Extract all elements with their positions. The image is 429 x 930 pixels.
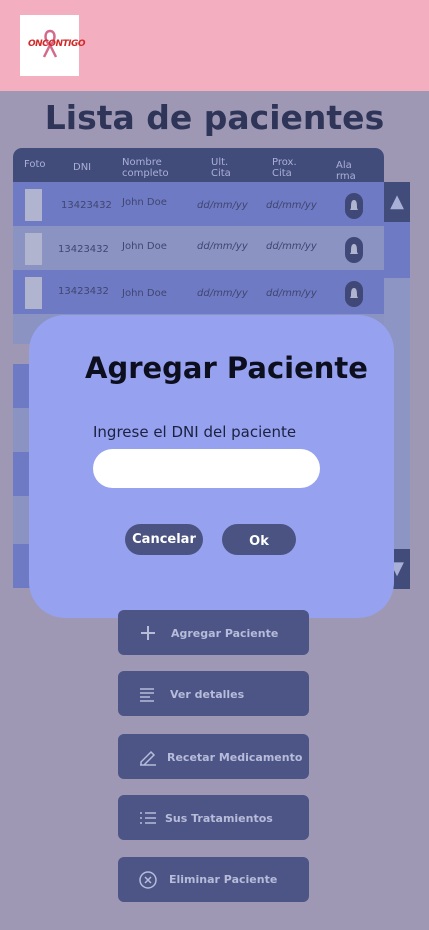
alarm-bell-button[interactable] [345,281,363,307]
ok-button[interactable]: Ok [222,524,296,555]
add-patient-label: Agregar Paciente [171,627,279,640]
table-header: Foto DNI Nombre completo Ult. Cita Prox.… [13,148,384,182]
treatments-button[interactable]: Sus Tratamientos [118,795,309,840]
patient-dni: 13423432 [58,286,109,297]
patient-last-appointment: dd/mm/yy [197,200,248,211]
patient-last-appointment: dd/mm/yy [197,241,248,252]
patient-next-appointment: dd/mm/yy [266,200,317,211]
scroll-up-button[interactable]: ▲ [384,182,410,222]
alarm-bell-button[interactable] [345,193,363,219]
app-logo: ONCONTIGO [20,15,86,76]
treatments-label: Sus Tratamientos [165,812,273,825]
app-header: ONCONTIGO [0,0,429,91]
bell-icon [350,288,358,298]
view-details-button[interactable]: Ver detalles [118,671,309,716]
col-header-foto: Foto [24,159,46,170]
prescribe-medication-button[interactable]: Recetar Medicamento [118,734,309,779]
list-icon [140,812,156,824]
alarm-bell-button[interactable] [345,237,363,263]
page-title: Lista de pacientes [44,98,385,137]
close-circle-icon [139,871,157,889]
patient-last-appointment: dd/mm/yy [197,288,248,299]
scroll-thumb[interactable] [384,222,410,278]
patient-photo [25,189,42,221]
pencil-icon [140,750,156,766]
col-header-alarma: Ala rma [336,160,356,182]
delete-patient-label: Eliminar Paciente [169,873,278,886]
cancel-button[interactable]: Cancelar [125,524,203,555]
triangle-up-icon: ▲ [390,191,404,212]
patient-name: John Doe [122,288,167,299]
add-patient-dialog: Agregar Paciente Ingrese el DNI del paci… [29,315,394,618]
prescribe-medication-label: Recetar Medicamento [167,751,303,764]
patient-photo [25,277,42,309]
table-row[interactable]: 13423432 John Doe dd/mm/yy dd/mm/yy [13,226,384,270]
patient-next-appointment: dd/mm/yy [266,288,317,299]
dialog-title: Agregar Paciente [85,351,368,385]
delete-patient-button[interactable]: Eliminar Paciente [118,857,309,902]
view-details-label: Ver detalles [170,688,245,701]
col-header-prox-cita: Prox. Cita [272,157,297,179]
patient-dni: 13423432 [58,244,109,255]
add-patient-button[interactable]: Agregar Paciente [118,610,309,655]
lines-icon [140,688,154,702]
table-row[interactable]: 13423432 John Doe dd/mm/yy dd/mm/yy [13,182,384,226]
logo-text: ONCONTIGO [28,39,86,49]
patient-next-appointment: dd/mm/yy [266,241,317,252]
patient-dni: 13423432 [61,200,112,211]
patient-name: John Doe [122,197,167,208]
plus-icon [141,626,155,640]
col-header-dni: DNI [73,162,92,173]
table-row[interactable]: 13423432 John Doe dd/mm/yy dd/mm/yy [13,270,384,314]
bell-icon [350,200,358,210]
dni-field-label: Ingrese el DNI del paciente [93,423,297,441]
patient-photo [25,233,42,265]
col-header-nombre: Nombre completo [122,157,169,179]
col-header-ult-cita: Ult. Cita [211,157,231,179]
dni-input[interactable] [93,449,320,488]
patient-name: John Doe [122,241,167,252]
bell-icon [350,244,358,254]
